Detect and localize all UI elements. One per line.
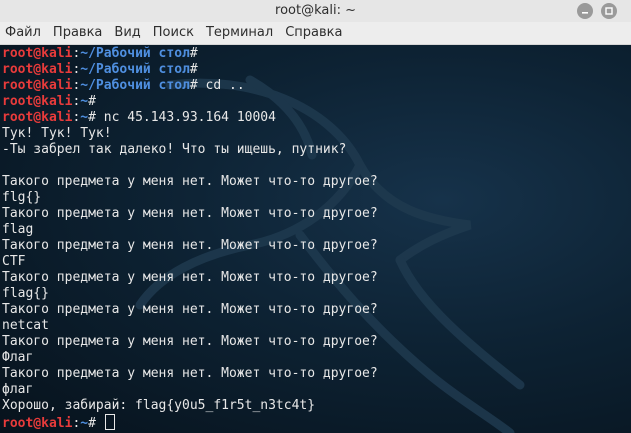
- prompt-symbol: #: [88, 416, 104, 431]
- menu-file[interactable]: Файл: [0, 22, 47, 44]
- prompt-path: ~: [80, 416, 89, 431]
- terminal-window: root@kali: ~ Файл Правка Вид Поиск Терми…: [0, 0, 631, 433]
- prompt-symbol: #: [88, 94, 104, 109]
- output-line: flag: [2, 222, 34, 237]
- output-line: Такого предмета у меня нет. Может что-то…: [2, 302, 378, 317]
- output-line: Такого предмета у меня нет. Может что-то…: [2, 334, 378, 349]
- output-line: CTF: [2, 254, 26, 269]
- command-text: nc 45.143.93.164 10004: [103, 110, 276, 125]
- menu-bar: Файл Правка Вид Поиск Терминал Справка: [0, 22, 631, 45]
- window-title: root@kali: ~: [275, 3, 356, 18]
- prompt-user: root@kali: [2, 62, 73, 77]
- output-line: Такого предмета у меня нет. Может что-то…: [2, 270, 378, 285]
- output-line: Флаг: [2, 350, 34, 365]
- prompt-path: ~/Рабочий стол: [80, 46, 190, 61]
- prompt-user: root@kali: [2, 46, 73, 61]
- prompt-symbol: #: [189, 78, 206, 93]
- menu-view[interactable]: Вид: [108, 22, 146, 44]
- terminal-line: root@kali:~#: [2, 94, 629, 110]
- minimize-button[interactable]: [577, 3, 593, 19]
- terminal-line[interactable]: root@kali:~#: [2, 414, 629, 431]
- prompt-user: root@kali: [2, 110, 73, 125]
- terminal-line: root@kali:~/Рабочий стол#: [2, 62, 629, 78]
- terminal-line: root@kali:~# nc 45.143.93.164 10004: [2, 110, 629, 126]
- menu-edit[interactable]: Правка: [47, 22, 108, 44]
- command-text: cd ..: [205, 78, 245, 93]
- terminal-line: root@kali:~/Рабочий стол#: [2, 46, 629, 62]
- prompt-symbol: #: [88, 110, 104, 125]
- terminal-output: root@kali:~/Рабочий стол# root@kali:~/Ра…: [2, 46, 629, 431]
- text-cursor: [104, 414, 115, 430]
- output-line: flag{}: [2, 286, 49, 301]
- maximize-icon: [605, 7, 613, 15]
- output-line: Хорошо, забирай: flag{y0u5_f1r5t_n3tc4t}: [2, 398, 316, 413]
- prompt-symbol: #: [189, 46, 206, 61]
- prompt-user: root@kali: [2, 416, 73, 431]
- terminal-area[interactable]: root@kali:~/Рабочий стол# root@kali:~/Ра…: [0, 45, 631, 433]
- output-line: netcat: [2, 318, 49, 333]
- terminal-line: root@kali:~/Рабочий стол# cd ..: [2, 78, 629, 94]
- prompt-path: ~: [80, 110, 89, 125]
- menu-search[interactable]: Поиск: [147, 22, 200, 44]
- menu-terminal[interactable]: Терминал: [200, 22, 279, 44]
- output-line: Такого предмета у меня нет. Может что-то…: [2, 174, 378, 189]
- maximize-button[interactable]: [601, 3, 617, 19]
- minimize-icon: [582, 12, 588, 14]
- output-line: Такого предмета у меня нет. Может что-то…: [2, 238, 378, 253]
- prompt-path: ~/Рабочий стол: [80, 62, 190, 77]
- menu-help[interactable]: Справка: [279, 22, 348, 44]
- prompt-symbol: #: [189, 62, 206, 77]
- prompt-user: root@kali: [2, 78, 73, 93]
- output-line: Тук! Тук! Тук!: [2, 126, 112, 141]
- output-line: Такого предмета у меня нет. Может что-то…: [2, 206, 378, 221]
- prompt-user: root@kali: [2, 94, 73, 109]
- prompt-path: ~/Рабочий стол: [80, 78, 190, 93]
- output-line: -Ты забрел так далеко! Что ты ищешь, пут…: [2, 142, 347, 157]
- title-bar[interactable]: root@kali: ~: [0, 0, 631, 23]
- output-line: flg{}: [2, 190, 42, 205]
- output-line: флаг: [2, 382, 34, 397]
- prompt-path: ~: [80, 94, 89, 109]
- output-line: Такого предмета у меня нет. Может что-то…: [2, 366, 378, 381]
